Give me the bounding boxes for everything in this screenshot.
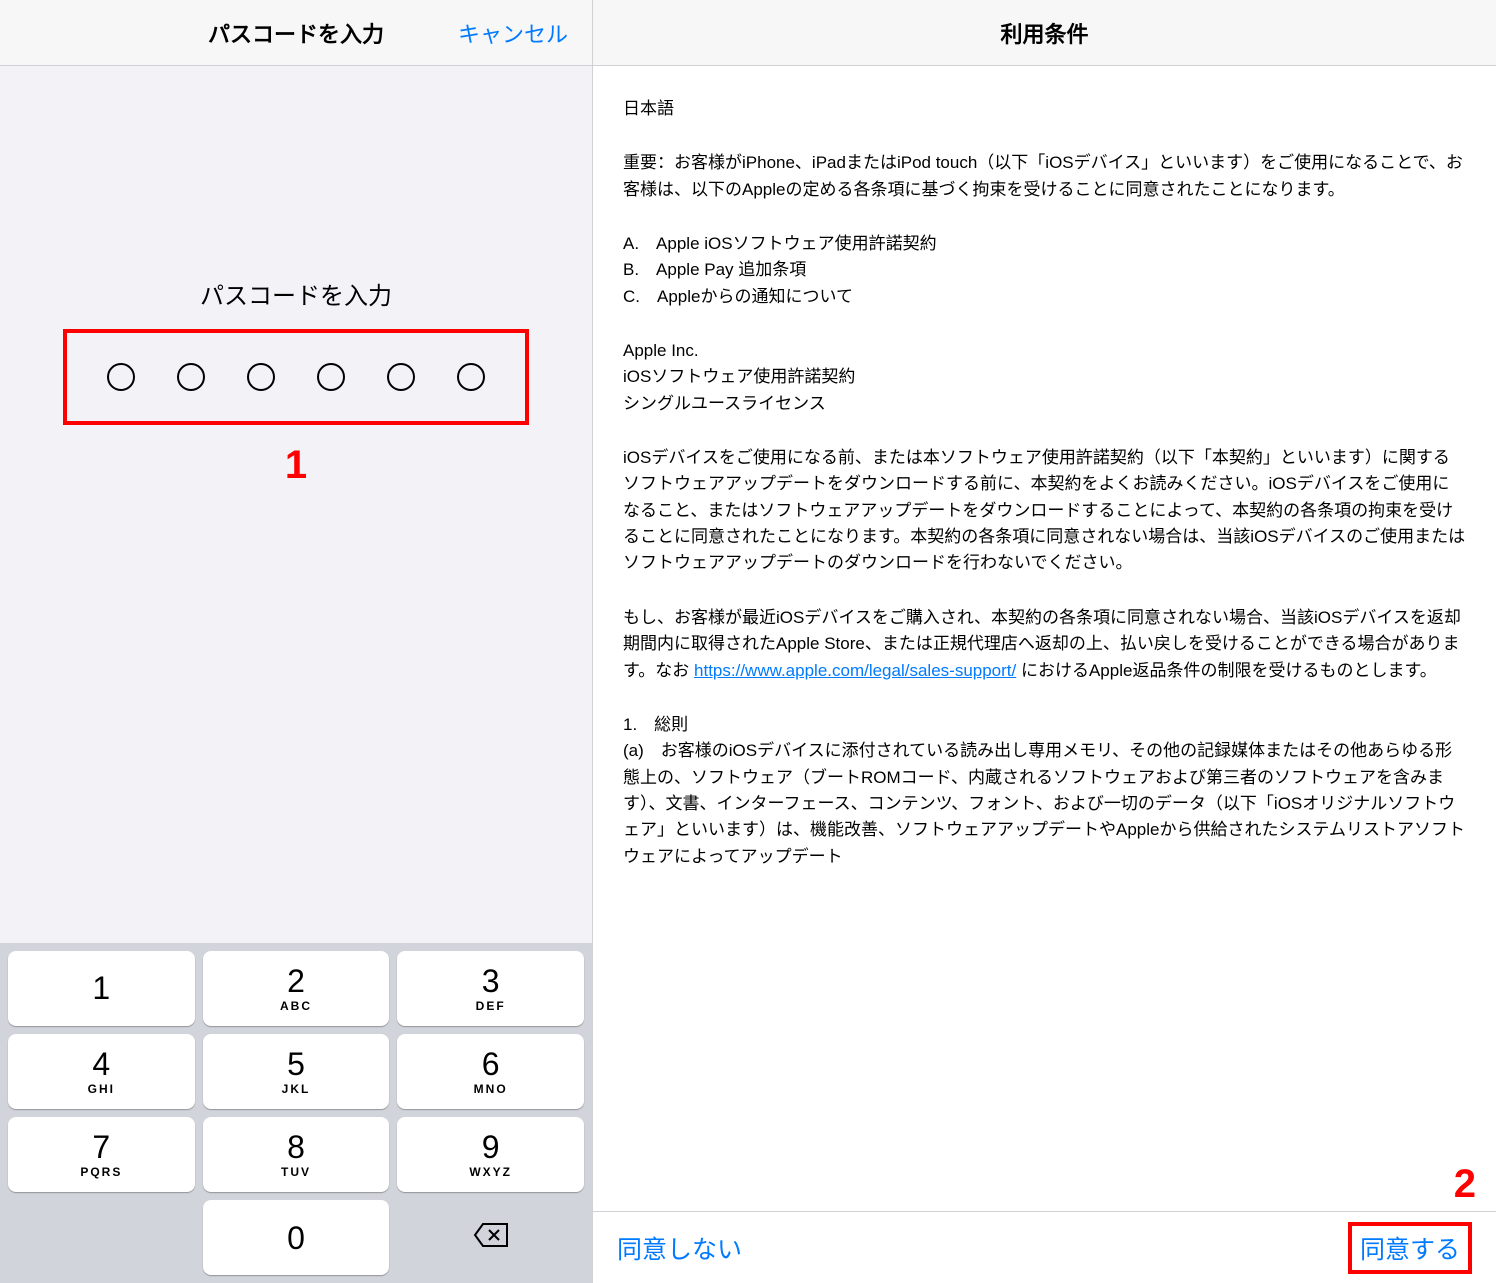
key-letters: GHI: [88, 1082, 115, 1096]
key-letters: MNO: [474, 1082, 508, 1096]
key-1[interactable]: 1: [8, 951, 195, 1026]
terms-paragraph: iOSデバイスをご使用になる前、または本ソフトウェア使用許諾契約（以下「本契約」…: [623, 445, 1466, 577]
key-digit: 1: [92, 972, 110, 1004]
terms-paragraph: もし、お客様が最近iOSデバイスをご購入され、本契約の各条項に同意されない場合、…: [623, 605, 1466, 684]
key-3[interactable]: 3 DEF: [397, 951, 584, 1026]
key-5[interactable]: 5 JKL: [203, 1034, 390, 1109]
passcode-dot: [177, 363, 205, 391]
terms-company: Apple Inc. iOSソフトウェア使用許諾契約 シングルユースライセンス: [623, 338, 1466, 417]
annotation-1: 1: [285, 443, 307, 488]
terms-link[interactable]: https://www.apple.com/legal/sales-suppor…: [694, 661, 1016, 680]
passcode-dot: [317, 363, 345, 391]
disagree-button[interactable]: 同意しない: [617, 1230, 742, 1266]
cancel-button[interactable]: キャンセル: [458, 17, 568, 49]
terms-text: におけるApple返品条件の制限を受けるものとします。: [1016, 661, 1437, 680]
agree-annotation-box: 同意する: [1348, 1222, 1472, 1274]
terms-footer: 同意しない 2 同意する: [593, 1211, 1496, 1283]
terms-license-type: シングルユースライセンス: [623, 391, 1466, 417]
terms-pane: 利用条件 日本語 重要：お客様がiPhone、iPadまたはiPod touch…: [592, 0, 1496, 1283]
key-backspace[interactable]: [397, 1200, 584, 1275]
terms-list: A. Apple iOSソフトウェア使用許諾契約 B. Apple Pay 追加…: [623, 231, 1466, 310]
passcode-header: パスコードを入力 キャンセル: [0, 0, 592, 66]
key-digit: 8: [287, 1131, 305, 1163]
passcode-dot: [457, 363, 485, 391]
terms-section-heading: 1. 総則: [623, 712, 1466, 738]
key-4[interactable]: 4 GHI: [8, 1034, 195, 1109]
key-letters: WXYZ: [469, 1165, 512, 1179]
key-digit: 4: [92, 1048, 110, 1080]
passcode-dot: [247, 363, 275, 391]
terms-paragraph: (a) お客様のiOSデバイスに添付されている読み出し専用メモリ、その他の記録媒…: [623, 738, 1466, 870]
terms-list-b: B. Apple Pay 追加条項: [623, 257, 1466, 283]
key-letters: TUV: [281, 1165, 311, 1179]
terms-header: 利用条件: [593, 0, 1496, 66]
key-7[interactable]: 7 PQRS: [8, 1117, 195, 1192]
key-9[interactable]: 9 WXYZ: [397, 1117, 584, 1192]
terms-company-name: Apple Inc.: [623, 338, 1466, 364]
terms-important: 重要：お客様がiPhone、iPadまたはiPod touch（以下「iOSデバ…: [623, 150, 1466, 203]
key-digit: 6: [482, 1048, 500, 1080]
terms-license-title: iOSソフトウェア使用許諾契約: [623, 364, 1466, 390]
key-blank: [8, 1200, 195, 1275]
passcode-dots-annotation-box: [63, 329, 529, 425]
passcode-pane: パスコードを入力 キャンセル パスコードを入力 1 1 2 ABC 3 DEF …: [0, 0, 592, 1283]
passcode-dot: [387, 363, 415, 391]
key-digit: 3: [482, 965, 500, 997]
key-letters: PQRS: [80, 1165, 122, 1179]
key-digit: 7: [92, 1131, 110, 1163]
key-2[interactable]: 2 ABC: [203, 951, 390, 1026]
key-6[interactable]: 6 MNO: [397, 1034, 584, 1109]
agree-button[interactable]: 同意する: [1360, 1230, 1460, 1266]
key-digit: 0: [287, 1222, 305, 1254]
key-digit: 5: [287, 1048, 305, 1080]
terms-title: 利用条件: [1000, 17, 1088, 49]
terms-list-a: A. Apple iOSソフトウェア使用許諾契約: [623, 231, 1466, 257]
terms-list-c: C. Appleからの通知について: [623, 284, 1466, 310]
passcode-prompt: パスコードを入力: [200, 276, 392, 311]
key-letters: JKL: [282, 1082, 311, 1096]
numeric-keypad: 1 2 ABC 3 DEF 4 GHI 5 JKL 6 MNO 7 PQRS 8: [0, 943, 592, 1283]
terms-body[interactable]: 日本語 重要：お客様がiPhone、iPadまたはiPod touch（以下「i…: [593, 66, 1496, 1211]
key-letters: DEF: [476, 999, 506, 1013]
passcode-dot: [107, 363, 135, 391]
key-8[interactable]: 8 TUV: [203, 1117, 390, 1192]
key-0[interactable]: 0: [203, 1200, 390, 1275]
key-digit: 9: [482, 1131, 500, 1163]
backspace-icon: [473, 1221, 509, 1254]
annotation-2: 2: [1454, 1162, 1476, 1207]
key-letters: ABC: [280, 999, 312, 1013]
passcode-title: パスコードを入力: [208, 17, 384, 49]
key-digit: 2: [287, 965, 305, 997]
terms-language: 日本語: [623, 96, 1466, 122]
